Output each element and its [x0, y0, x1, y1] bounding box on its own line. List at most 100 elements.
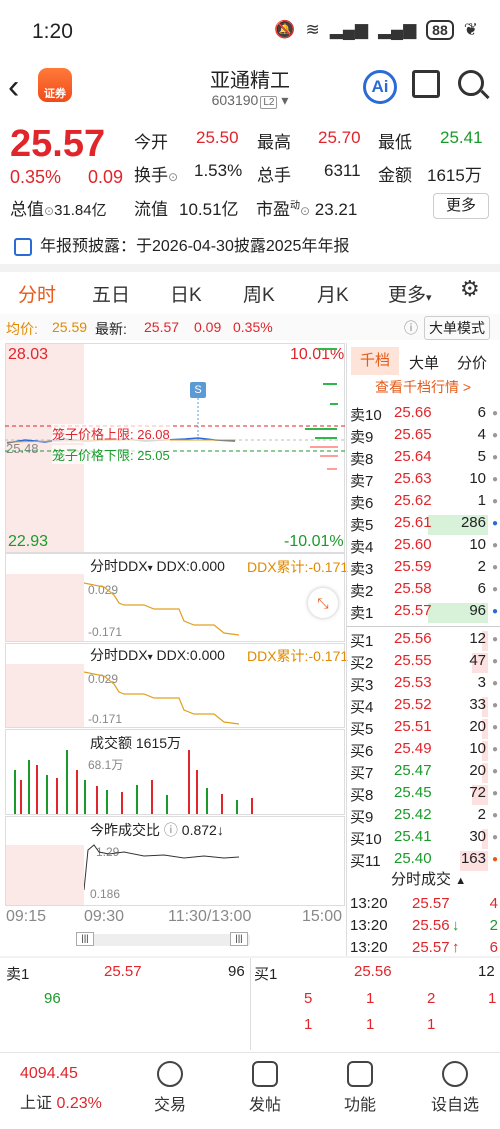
queue-buy-qty: 12	[478, 963, 495, 980]
book-qty: 20	[469, 718, 486, 735]
trade-price: 25.57	[412, 939, 450, 956]
tab-more[interactable]: 更多▾	[388, 280, 432, 307]
scroll-handle-left[interactable]: |||	[76, 932, 94, 946]
ask-row[interactable]: 卖8 25.64 5 ●	[350, 448, 498, 470]
nav-trade-label: 交易	[153, 1097, 186, 1114]
bid-row[interactable]: 买4 25.52 33 ●	[350, 696, 498, 718]
status-icons: 🔕 ≋ ▂▄▆ ▂▄▆ 88 ❦	[274, 20, 478, 40]
info-icon[interactable]: ⊙	[168, 170, 178, 184]
book-price: 25.47	[394, 762, 432, 779]
tab-intraday[interactable]: 分时	[18, 280, 56, 317]
book-qty: 12	[469, 630, 486, 647]
expand-icon[interactable]: ⤡	[308, 588, 338, 618]
settings-gear-icon[interactable]: ⚙	[460, 276, 480, 302]
stock-header: ‹ 证券 亚通精工 603190 L2 ▾ Ai	[0, 60, 500, 120]
ddx-band	[6, 664, 84, 727]
book-level-label: 卖9	[350, 429, 374, 446]
nav-post[interactable]: 发帖	[245, 1053, 285, 1115]
edit-icon	[252, 1061, 278, 1087]
time-scrollbar[interactable]	[76, 934, 250, 946]
share-icon[interactable]	[412, 70, 440, 98]
mcap-row: 总值⊙31.84亿	[10, 195, 107, 220]
amount-label: 金额	[378, 166, 412, 185]
ask-row[interactable]: 卖2 25.58 6 ●	[350, 580, 498, 602]
ask-row[interactable]: 卖7 25.63 10 ●	[350, 470, 498, 492]
nav-trade[interactable]: 交易	[150, 1053, 190, 1115]
tab-thousand-level[interactable]: 千档	[351, 347, 399, 375]
dot-icon: ●	[491, 606, 498, 617]
info-icon[interactable]: ⊙	[44, 204, 54, 218]
signal-marker[interactable]: S	[190, 382, 206, 398]
dot-icon: ●	[491, 430, 498, 441]
volume-label: 总手	[257, 166, 291, 185]
ddx2-cum: DDX累计:-0.171	[247, 648, 349, 664]
book-qty: 6	[477, 404, 486, 421]
help-icon[interactable]: ⓘ	[164, 822, 178, 838]
bid-row[interactable]: 买10 25.41 30 ●	[350, 828, 498, 850]
bid-row[interactable]: 买9 25.42 2 ●	[350, 806, 498, 828]
tab-weekly[interactable]: 周K	[243, 280, 275, 307]
bid-row[interactable]: 买6 25.49 10 ●	[350, 740, 498, 762]
notice-bar[interactable]: 年报预披露：于2026-04-30披露2025年年报	[0, 232, 500, 262]
scroll-handle-right[interactable]: |||	[230, 932, 248, 946]
order-book: 千档 大单 分价 查看千档行情 > 卖10 25.66 6 ● 卖9 25.65 4 ● 卖8 2…	[346, 343, 500, 956]
bid-row[interactable]: 买8 25.45 72 ●	[350, 784, 498, 806]
nav-add-watchlist[interactable]: 设自选	[428, 1053, 482, 1115]
index-pct: 0.23%	[56, 1095, 102, 1112]
dot-icon: ●	[491, 722, 498, 733]
ask-row[interactable]: 卖1 25.57 96 ●	[350, 602, 498, 624]
search-icon[interactable]	[458, 70, 484, 96]
dot-icon: ●	[491, 452, 498, 463]
ddx1-value: DDX:0.000	[156, 558, 225, 574]
ddx-band	[6, 574, 84, 641]
queue-buy-item: 5	[304, 990, 313, 1007]
tab-price-dist[interactable]: 分价	[457, 352, 487, 373]
view-depth-link[interactable]: 查看千档行情 >	[375, 377, 471, 397]
book-level-label: 买5	[350, 721, 374, 738]
turnover-label-row: 换手⊙	[134, 161, 178, 186]
nav-functions[interactable]: 功能	[340, 1053, 380, 1115]
signal-icon: ▂▄▆	[329, 20, 368, 39]
ask-row[interactable]: 卖5 25.61 286 ●	[350, 514, 498, 536]
stock-code: 603190	[211, 92, 259, 108]
tab-monthly[interactable]: 月K	[317, 280, 349, 307]
ask-row[interactable]: 卖9 25.65 4 ●	[350, 426, 498, 448]
ask-row[interactable]: 卖3 25.59 2 ●	[350, 558, 498, 580]
ask-row[interactable]: 卖10 25.66 6 ●	[350, 404, 498, 426]
ask-row[interactable]: 卖4 25.60 10 ●	[350, 536, 498, 558]
ddx1-title-row[interactable]: 分时DDX▾ DDX:0.000	[90, 556, 225, 576]
tab-big-order[interactable]: 大单	[409, 352, 439, 373]
tab-daily[interactable]: 日K	[170, 280, 202, 307]
change-value: 0.09	[88, 167, 124, 187]
bid-row[interactable]: 买2 25.55 47 ●	[350, 652, 498, 674]
bid-row[interactable]: 买3 25.53 3 ●	[350, 674, 498, 696]
book-price: 25.59	[394, 558, 432, 575]
ask-row[interactable]: 卖6 25.62 1 ●	[350, 492, 498, 514]
queue-sell-qty: 96	[228, 963, 245, 980]
queue-sell-item: 96	[44, 990, 61, 1007]
ddx2-title-row[interactable]: 分时DDX▾ DDX:0.000	[90, 645, 225, 665]
book-price: 25.42	[394, 806, 432, 823]
ai-button[interactable]: Ai	[363, 70, 397, 104]
latest-label: 最新:	[95, 321, 127, 337]
bid-row[interactable]: 买5 25.51 20 ●	[350, 718, 498, 740]
bid-row[interactable]: 买1 25.56 12 ●	[350, 630, 498, 652]
book-price: 25.40	[394, 850, 432, 867]
pe-value: 23.21	[314, 200, 358, 219]
help-icon[interactable]: ⓘ	[404, 318, 418, 338]
book-qty: 286	[460, 514, 486, 531]
tab-5day[interactable]: 五日	[92, 280, 130, 307]
signal2-icon: ▂▄▆	[377, 20, 417, 39]
index-ticker[interactable]: 4094.45 上证 0.23%	[20, 1065, 110, 1113]
bid-row[interactable]: 买7 25.47 20 ●	[350, 762, 498, 784]
dot-icon: ●	[491, 656, 498, 667]
turnover-label: 换手	[134, 166, 168, 185]
book-qty: 96	[469, 602, 486, 619]
ddx1-name: 分时DDX	[90, 558, 148, 574]
bigorder-mode-button[interactable]: 大单模式	[424, 316, 490, 340]
info-icon[interactable]: ⊙	[300, 204, 310, 218]
ratio-line	[84, 844, 240, 891]
more-button[interactable]: 更多	[433, 193, 489, 219]
dot-icon: ●	[491, 496, 498, 507]
trades-title-row[interactable]: 分时成交 ▲	[391, 868, 466, 889]
